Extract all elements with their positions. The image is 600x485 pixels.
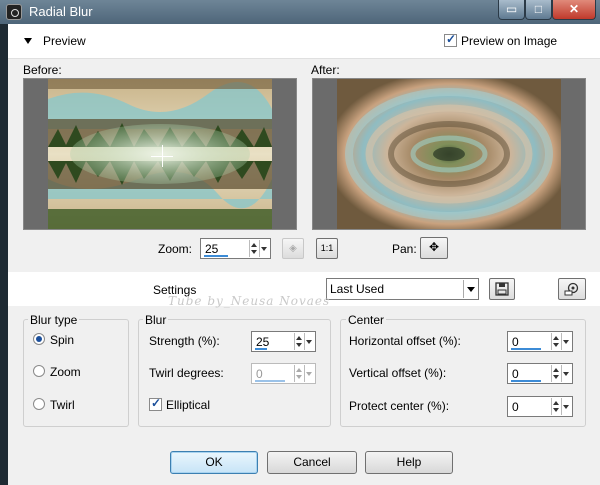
zoom-slider-bar[interactable] xyxy=(204,255,228,257)
center-crosshair-vertical[interactable] xyxy=(162,145,163,167)
preset-manager-icon xyxy=(564,282,579,296)
horizontal-offset-label: Horizontal offset (%): xyxy=(349,334,461,348)
protect-center-label: Protect center (%): xyxy=(349,399,450,413)
twirl-stepper-arrows-icon[interactable] xyxy=(294,365,304,382)
vertical-offset-slider-bar[interactable] xyxy=(511,380,541,382)
protect-center-dropdown-arrow-icon[interactable] xyxy=(561,398,571,415)
spin-label[interactable]: Spin xyxy=(50,333,74,347)
collapse-arrow-icon[interactable] xyxy=(24,38,32,44)
preset-dropdown-arrow-icon[interactable] xyxy=(463,280,477,298)
horizontal-offset-value[interactable]: 0 xyxy=(512,335,519,349)
pan-button[interactable]: ✥ xyxy=(420,237,448,259)
vertical-offset-spinner[interactable]: 0 xyxy=(507,363,573,384)
preset-dropdown[interactable]: Last Used xyxy=(326,278,479,300)
twirl-label[interactable]: Twirl xyxy=(50,398,75,412)
spin-radio[interactable] xyxy=(33,333,45,345)
minimize-button[interactable]: ▭ xyxy=(498,0,525,20)
pan-label: Pan: xyxy=(392,242,417,256)
twirl-radio[interactable] xyxy=(33,398,45,410)
strength-label: Strength (%): xyxy=(149,334,220,348)
preset-value: Last Used xyxy=(330,282,385,296)
before-label: Before: xyxy=(23,63,62,77)
ok-button[interactable]: OK xyxy=(170,451,258,474)
zoom-option-label[interactable]: Zoom xyxy=(50,365,81,379)
horizontal-offset-spinner[interactable]: 0 xyxy=(507,331,573,352)
maximize-button[interactable]: □ xyxy=(525,0,552,20)
twirl-degrees-spinner[interactable]: 0 xyxy=(251,363,316,384)
twirl-slider-bar[interactable] xyxy=(255,380,285,382)
zoom-radio[interactable] xyxy=(33,365,45,377)
vertical-offset-dropdown-arrow-icon[interactable] xyxy=(561,365,571,382)
window-title: Radial Blur xyxy=(29,4,93,19)
strength-stepper-arrows-icon[interactable] xyxy=(294,333,304,350)
zoom-dropdown-arrow-icon[interactable] xyxy=(259,240,269,257)
preview-on-image-checkbox[interactable] xyxy=(444,32,457,47)
app-icon xyxy=(6,4,22,20)
elliptical-checkbox[interactable] xyxy=(149,396,162,411)
help-button[interactable]: Help xyxy=(365,451,453,474)
vertical-offset-stepper-arrows-icon[interactable] xyxy=(551,365,561,382)
protect-center-value[interactable]: 0 xyxy=(512,400,519,414)
before-preview-image xyxy=(48,79,272,229)
before-preview-pane[interactable] xyxy=(23,78,297,230)
pan-move-icon: ✥ xyxy=(428,240,440,254)
strength-value[interactable]: 25 xyxy=(256,335,269,349)
zoom-label: Zoom: xyxy=(158,242,193,256)
protect-center-stepper-arrows-icon[interactable] xyxy=(551,398,561,415)
twirl-degrees-value[interactable]: 0 xyxy=(256,367,263,381)
strength-spinner[interactable]: 25 xyxy=(251,331,316,352)
twirl-degrees-label: Twirl degrees: xyxy=(149,366,224,380)
zoom-value[interactable]: 25 xyxy=(205,242,218,256)
protect-center-spinner[interactable]: 0 xyxy=(507,396,573,417)
after-label: After: xyxy=(311,63,340,77)
zoom-fit-button[interactable]: ◈ xyxy=(282,238,304,259)
preview-on-image-label[interactable]: Preview on Image xyxy=(461,34,557,48)
save-preset-icon xyxy=(495,282,509,296)
elliptical-label[interactable]: Elliptical xyxy=(166,398,210,412)
preset-manager-button[interactable] xyxy=(558,278,586,300)
fit-view-icon: ◈ xyxy=(289,243,297,254)
zoom-spinner[interactable]: 25 xyxy=(200,238,271,259)
strength-slider-bar[interactable] xyxy=(255,348,267,350)
twirl-dropdown-arrow-icon[interactable] xyxy=(304,365,314,382)
blur-type-legend: Blur type xyxy=(28,313,80,327)
watermark-text: Tube by_Neusa Novaes xyxy=(168,294,331,308)
horizontal-offset-slider-bar[interactable] xyxy=(511,348,541,350)
save-preset-button[interactable] xyxy=(489,278,515,300)
close-button[interactable]: ✕ xyxy=(552,0,596,20)
strength-dropdown-arrow-icon[interactable] xyxy=(304,333,314,350)
preview-section-label: Preview xyxy=(43,34,86,48)
vertical-offset-label: Vertical offset (%): xyxy=(349,366,447,380)
zoom-actual-size-button[interactable]: 1:1 xyxy=(316,238,338,259)
zoom-stepper-arrows-icon[interactable] xyxy=(249,240,259,257)
after-preview-image xyxy=(337,79,561,229)
blur-legend: Blur xyxy=(143,313,169,327)
horizontal-offset-dropdown-arrow-icon[interactable] xyxy=(561,333,571,350)
center-legend: Center xyxy=(346,313,387,327)
cancel-button[interactable]: Cancel xyxy=(267,451,357,474)
vertical-offset-value[interactable]: 0 xyxy=(512,367,519,381)
horizontal-offset-stepper-arrows-icon[interactable] xyxy=(551,333,561,350)
after-preview-pane xyxy=(312,78,586,230)
